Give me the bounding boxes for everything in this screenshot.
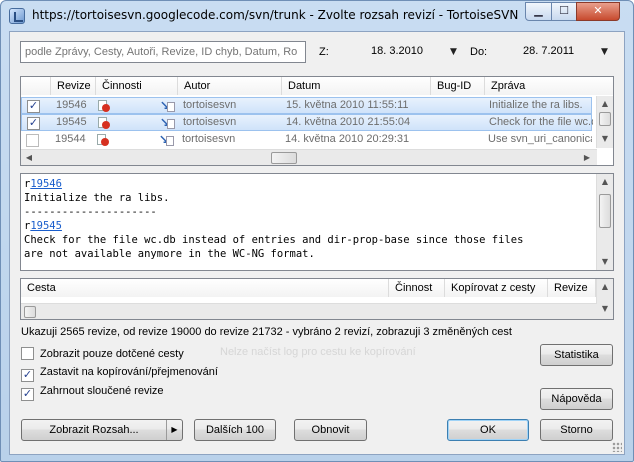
log-message-pane[interactable]: r19546 Initialize the ra libs. -----------… (20, 173, 614, 271)
scroll-thumb[interactable] (599, 112, 611, 126)
row-date: 14. května 2010 21:55:04 (286, 116, 411, 128)
row-message: Initialize the ra libs. (489, 99, 583, 111)
next-100-button[interactable]: Dalších 100 (194, 419, 276, 441)
message-vertical-scrollbar[interactable]: ▲ ▼ (596, 174, 613, 270)
message-line: Initialize the ra libs. (24, 192, 170, 204)
resize-grip-icon[interactable] (612, 442, 622, 452)
message-line: are not available anymore in the WC-NG f… (24, 248, 315, 260)
message-line: Check for the file wc.db instead of entr… (24, 234, 524, 246)
log-row[interactable]: ✓ 19545 ↘ tortoisesvn 14. května 2010 21… (21, 114, 593, 131)
column-header-date[interactable]: Datum (282, 77, 431, 95)
message-line: r19546 (24, 178, 62, 190)
minimize-button[interactable]: ▁ (525, 2, 552, 21)
title-bar[interactable]: https://tortoisesvn.googlecode.com/svn/t… (1, 1, 633, 31)
merged-revision-icon: ↘ (159, 133, 175, 147)
column-header-author[interactable]: Autor (178, 77, 282, 95)
scroll-up-icon[interactable]: ▲ (597, 174, 613, 190)
row-date: 15. května 2010 11:55:11 (286, 99, 409, 111)
dropdown-arrow-icon[interactable]: ▶ (166, 420, 182, 440)
log-list-horizontal-scrollbar[interactable]: ◀ ▶ (21, 149, 597, 165)
modified-action-icon (97, 134, 109, 146)
scroll-down-icon[interactable]: ▼ (597, 131, 613, 147)
scroll-thumb[interactable] (271, 152, 297, 164)
paths-horizontal-scrollbar[interactable] (21, 303, 597, 319)
row-author: tortoisesvn (183, 116, 237, 128)
message-line: --------------------- (24, 206, 157, 218)
modified-action-icon (98, 100, 110, 112)
column-header-action[interactable]: Činnost (389, 279, 445, 297)
search-input[interactable] (21, 42, 305, 62)
row-message: Use svn_uri_canonical (488, 133, 592, 145)
merged-revision-icon: ↘ (160, 116, 176, 130)
row-author: tortoisesvn (183, 99, 237, 111)
row-date: 14. května 2010 20:29:31 (285, 133, 410, 145)
scroll-left-icon[interactable]: ◀ (21, 150, 37, 165)
row-checkbox[interactable] (26, 134, 39, 147)
column-header-message[interactable]: Zpráva (485, 77, 613, 95)
search-box-frame (20, 41, 306, 63)
ghost-status-text: Nelze načíst log pro cestu ke kopírování (220, 346, 416, 358)
only-affected-paths-checkbox[interactable]: Zobrazit pouze dotčené cesty (21, 347, 184, 360)
column-header-bugid[interactable]: Bug-ID (431, 77, 485, 95)
show-range-button[interactable]: Zobrazit Rozsah... ▶ (21, 419, 183, 441)
column-header-check[interactable] (21, 77, 51, 95)
cancel-button[interactable]: Storno (540, 419, 613, 441)
ok-button[interactable]: OK (447, 419, 529, 441)
window-title: https://tortoisesvn.googlecode.com/svn/t… (32, 8, 519, 22)
dialog-window: https://tortoisesvn.googlecode.com/svn/t… (0, 0, 634, 462)
column-header-copy-from-path[interactable]: Kopírovat z cesty (445, 279, 548, 297)
statistics-button[interactable]: Statistika (540, 344, 613, 366)
help-button[interactable]: Nápověda (540, 388, 613, 410)
from-date-dropdown-icon[interactable]: ▼ (450, 47, 457, 57)
column-header-path[interactable]: Cesta (21, 279, 389, 297)
message-line: r19545 (24, 220, 62, 232)
row-revision: 19544 (55, 133, 86, 145)
row-revision: 19546 (56, 99, 87, 111)
log-list-vertical-scrollbar[interactable]: ▲ ▼ (596, 96, 613, 148)
row-checkbox[interactable]: ✓ (27, 100, 40, 113)
scroll-down-icon[interactable]: ▼ (597, 301, 613, 317)
status-text: Ukazuji 2565 revize, od revize 19000 do … (21, 326, 512, 338)
log-row[interactable]: ✓ 19546 ↘ tortoisesvn 15. května 2010 11… (21, 97, 592, 114)
dialog-client-area: Z: 18. 3.2010 ▼ Do: 28. 7.2011 ▼ Revize … (9, 31, 625, 455)
column-header-revision[interactable]: Revize (548, 279, 596, 297)
row-message: Check for the file wc.d (489, 116, 593, 128)
checkbox-box[interactable]: ✓ (21, 388, 34, 401)
row-checkbox[interactable]: ✓ (27, 117, 40, 130)
include-merged-revisions-checkbox[interactable]: ✓ Zahrnout sloučené revize (21, 385, 164, 401)
revision-link[interactable]: 19546 (30, 178, 62, 190)
scroll-thumb[interactable] (599, 194, 611, 228)
to-date-label: Do: (470, 46, 488, 58)
row-author: tortoisesvn (182, 133, 236, 145)
changed-paths-list: Cesta Činnost Kopírovat z cesty Revize ▲… (20, 278, 614, 320)
revision-link[interactable]: 19545 (30, 220, 62, 232)
from-date-label: Z: (319, 46, 329, 58)
maximize-button[interactable]: ☐ (551, 2, 577, 21)
stop-on-copy-checkbox[interactable]: ✓ Zastavit na kopírování/přejmenování (21, 366, 218, 382)
column-header-actions[interactable]: Činnosti (96, 77, 178, 95)
refresh-button[interactable]: Obnovit (294, 419, 367, 441)
modified-action-icon (98, 117, 110, 129)
checkbox-box[interactable]: ✓ (21, 369, 34, 382)
close-button[interactable]: ✕ (576, 2, 620, 21)
scroll-up-icon[interactable]: ▲ (597, 96, 613, 112)
tortoisesvn-app-icon (9, 8, 25, 24)
scroll-down-icon[interactable]: ▼ (597, 254, 613, 270)
from-date-picker[interactable]: 18. 3.2010 (367, 42, 463, 62)
merged-revision-icon: ↘ (160, 99, 176, 113)
scroll-up-icon[interactable]: ▲ (597, 279, 613, 295)
paths-vertical-scrollbar[interactable]: ▲ ▼ (596, 279, 613, 319)
checkbox-box[interactable] (21, 347, 34, 360)
scroll-thumb[interactable] (24, 306, 36, 318)
log-row[interactable]: 19544 ↘ tortoisesvn 14. května 2010 20:2… (21, 132, 592, 149)
to-date-dropdown-icon[interactable]: ▼ (601, 47, 608, 57)
column-header-revision[interactable]: Revize (51, 77, 96, 95)
log-list: Revize Činnosti Autor Datum Bug-ID Zpráv… (20, 76, 614, 166)
scroll-right-icon[interactable]: ▶ (579, 150, 595, 165)
log-message-text: r19546 Initialize the ra libs. -----------… (24, 177, 594, 261)
row-revision: 19545 (56, 116, 87, 128)
